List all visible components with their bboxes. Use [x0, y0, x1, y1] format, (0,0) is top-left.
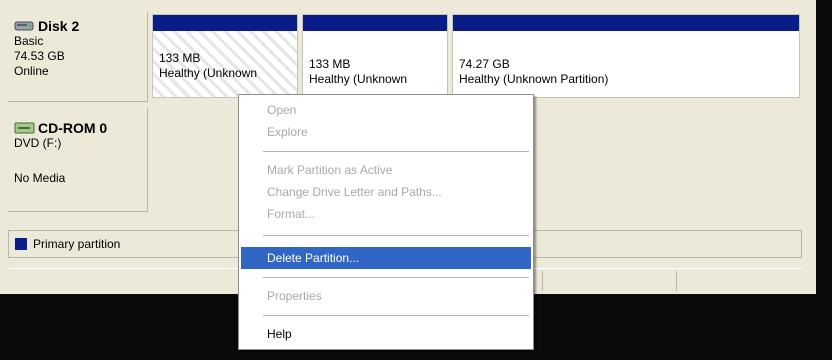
disk2-status: Online	[14, 64, 49, 78]
disk2-label[interactable]: Disk 2 Basic 74.53 GB Online	[8, 12, 148, 102]
disk2-size: 74.53 GB	[14, 49, 65, 63]
legend-primary-partition: Primary partition	[33, 237, 121, 251]
cdrom-drive: DVD (F:)	[14, 136, 62, 150]
menu-item-mark-active[interactable]: Mark Partition as Active	[241, 159, 531, 181]
partition-1[interactable]: 133 MB Healthy (Unknown	[152, 14, 298, 98]
menu-separator	[263, 277, 529, 278]
menu-separator	[263, 235, 529, 236]
menu-item-delete-partition[interactable]: Delete Partition...	[241, 247, 531, 269]
menu-item-properties[interactable]: Properties	[241, 285, 531, 307]
partition-1-color-band	[153, 15, 297, 31]
partition-2[interactable]: 133 MB Healthy (Unknown	[302, 14, 448, 98]
menu-item-open[interactable]: Open	[241, 99, 531, 121]
partition-3-size: 74.27 GB	[459, 57, 510, 71]
partition-2-color-band	[303, 15, 447, 31]
menu-item-change-drive-letter[interactable]: Change Drive Letter and Paths...	[241, 181, 531, 203]
partition-3-color-band	[453, 15, 799, 31]
disk-management-view: Disk 2 Basic 74.53 GB Online 133 MB Heal…	[0, 0, 832, 360]
menu-separator	[263, 151, 529, 152]
disk2-type: Basic	[14, 34, 44, 48]
cdrom-name: CD-ROM 0	[38, 120, 108, 136]
partition-1-status: Healthy (Unknown	[159, 66, 258, 80]
cdrom-label[interactable]: CD-ROM 0 DVD (F:) No Media	[8, 108, 148, 212]
hard-disk-icon	[14, 19, 36, 33]
desktop-background-right	[816, 0, 832, 300]
primary-partition-swatch	[15, 238, 27, 250]
cdrom-media: No Media	[14, 171, 66, 185]
partition-1-size: 133 MB	[159, 51, 201, 65]
partition-3-status: Healthy (Unknown Partition)	[459, 72, 609, 86]
disk2-name: Disk 2	[38, 18, 80, 34]
partition-context-menu: Open Explore Mark Partition as Active Ch…	[238, 94, 534, 350]
cdrom-icon	[14, 121, 36, 135]
partition-2-status: Healthy (Unknown	[309, 72, 408, 86]
menu-item-explore[interactable]: Explore	[241, 121, 531, 143]
partition-2-size: 133 MB	[309, 57, 351, 71]
menu-item-help[interactable]: Help	[241, 323, 531, 345]
partition-3[interactable]: 74.27 GB Healthy (Unknown Partition)	[452, 14, 800, 98]
status-bar-divider	[542, 271, 543, 291]
status-bar-divider	[676, 271, 677, 291]
menu-separator	[263, 315, 529, 316]
menu-item-format[interactable]: Format...	[241, 203, 531, 225]
